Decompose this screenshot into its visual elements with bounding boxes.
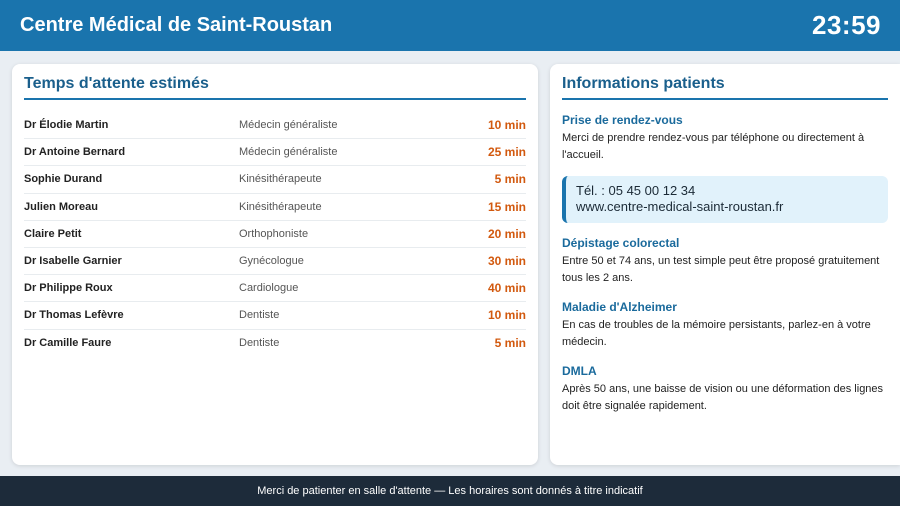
doctor-name: Dr Camille Faure bbox=[24, 337, 112, 350]
specialty: Kinésithérapeute bbox=[239, 200, 322, 213]
header-bar: Centre Médical de Saint-Roustan 23:59 bbox=[0, 0, 900, 51]
wait-time: 30 min bbox=[487, 254, 526, 269]
table-row: Dr Élodie Martin Médecin généraliste 10 … bbox=[24, 112, 526, 140]
specialty: Kinésithérapeute bbox=[239, 173, 322, 186]
table-row: Dr Philippe Roux Cardiologue 40 min bbox=[24, 275, 526, 303]
table-row: Julien Moreau Kinésithérapeute 15 min bbox=[24, 194, 526, 221]
info-heading: DMLA bbox=[562, 364, 597, 378]
wait-time: 20 min bbox=[487, 226, 526, 241]
specialty: Cardiologue bbox=[239, 282, 299, 295]
patient-info-title: Informations patients bbox=[562, 75, 888, 100]
specialty: Médecin généraliste bbox=[239, 119, 338, 132]
specialty: Médecin généraliste bbox=[239, 146, 338, 159]
doctor-name: Dr Philippe Roux bbox=[24, 282, 113, 295]
patient-info-panel: Informations patients Prise de rendez-vo… bbox=[550, 64, 900, 465]
wait-time: 25 min bbox=[487, 145, 526, 160]
waiting-list: Dr Élodie Martin Médecin généraliste 10 … bbox=[24, 112, 526, 357]
info-block-alzheimer: Maladie d'Alzheimer En cas de troubles d… bbox=[562, 300, 888, 351]
info-block-colorectal: Dépistage colorectal Entre 50 et 74 ans,… bbox=[562, 236, 888, 287]
table-row: Sophie Durand Kinésithérapeute 5 min bbox=[24, 166, 526, 194]
table-row: Dr Thomas Lefèvre Dentiste 10 min bbox=[24, 302, 526, 330]
clinic-title: Centre Médical de Saint-Roustan bbox=[20, 14, 333, 36]
doctor-name: Claire Petit bbox=[24, 227, 82, 240]
specialty: Orthophoniste bbox=[239, 227, 309, 240]
table-row: Dr Antoine Bernard Médecin généraliste 2… bbox=[24, 139, 526, 167]
phone-number: Tél. : 05 45 00 12 34 bbox=[576, 183, 696, 198]
footer-text: Merci de patienter en salle d'attente — … bbox=[257, 485, 643, 497]
table-row: Dr Camille Faure Dentiste 5 min bbox=[24, 330, 526, 357]
wait-time: 10 min bbox=[487, 118, 526, 133]
doctor-name: Sophie Durand bbox=[24, 173, 103, 186]
specialty: Dentiste bbox=[239, 309, 280, 322]
doctor-name: Dr Thomas Lefèvre bbox=[24, 309, 124, 322]
info-block-dmla: DMLA Après 50 ans, une baisse de vision … bbox=[562, 364, 888, 415]
wait-time: 10 min bbox=[487, 308, 526, 323]
specialty: Dentiste bbox=[239, 337, 280, 350]
doctor-name: Julien Moreau bbox=[24, 200, 98, 213]
appointment-block: Prise de rendez-vous Merci de prendre re… bbox=[562, 113, 888, 164]
wait-time: 5 min bbox=[494, 336, 526, 351]
waiting-times-title: Temps d'attente estimés bbox=[24, 75, 526, 100]
info-heading: Maladie d'Alzheimer bbox=[562, 300, 677, 314]
waiting-times-panel: Temps d'attente estimés Dr Élodie Martin… bbox=[12, 64, 538, 465]
table-row: Dr Isabelle Garnier Gynécologue 30 min bbox=[24, 248, 526, 276]
info-text: Après 50 ans, une baisse de vision ou un… bbox=[562, 383, 884, 412]
info-heading: Dépistage colorectal bbox=[562, 236, 680, 250]
website-url: www.centre-medical-saint-roustan.fr bbox=[576, 199, 784, 214]
clock-display: 23:59 bbox=[812, 10, 881, 40]
specialty: Gynécologue bbox=[239, 255, 304, 268]
footer-bar: Merci de patienter en salle d'attente — … bbox=[0, 476, 900, 506]
info-text: Entre 50 et 74 ans, un test simple peut … bbox=[562, 255, 880, 284]
wait-time: 5 min bbox=[494, 172, 526, 187]
info-text: En cas de troubles de la mémoire persist… bbox=[562, 319, 871, 348]
wait-time: 40 min bbox=[487, 281, 526, 296]
doctor-name: Dr Isabelle Garnier bbox=[24, 255, 122, 268]
wait-time: 15 min bbox=[487, 199, 526, 214]
table-row: Claire Petit Orthophoniste 20 min bbox=[24, 221, 526, 248]
doctor-name: Dr Élodie Martin bbox=[24, 119, 109, 132]
doctor-name: Dr Antoine Bernard bbox=[24, 146, 126, 159]
appointment-text: Merci de prendre rendez-vous par télépho… bbox=[562, 132, 865, 161]
contact-box: Tél. : 05 45 00 12 34 www.centre-medical… bbox=[562, 176, 888, 223]
appointment-heading: Prise de rendez-vous bbox=[562, 113, 683, 127]
